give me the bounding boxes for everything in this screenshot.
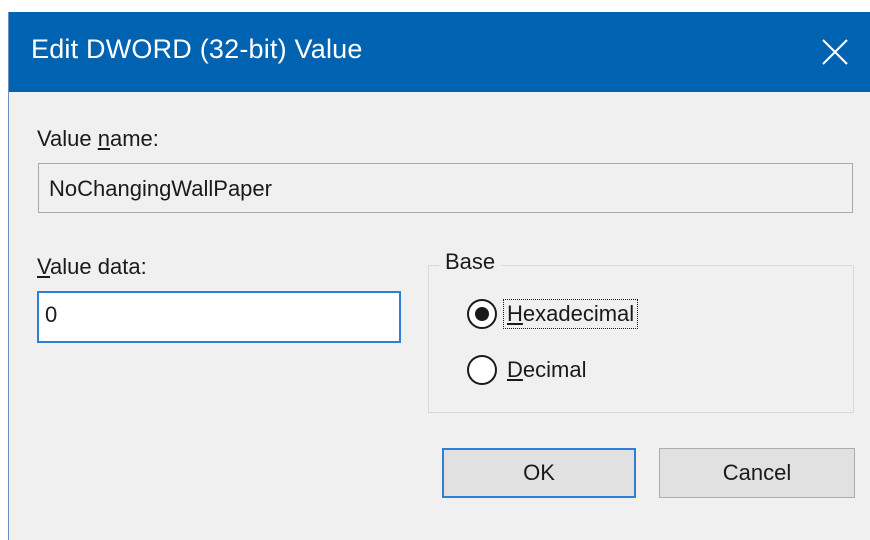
value-name-text: NoChangingWallPaper [49, 176, 272, 201]
value-data-input[interactable] [45, 302, 385, 328]
decimal-label-rest: ecimal [522, 357, 587, 382]
hexadecimal-label[interactable]: Hexadecimal [502, 299, 639, 329]
hexadecimal-label-rest: exadecimal [522, 301, 635, 326]
value-name-label: Value name: [37, 126, 159, 152]
value-name-label-part: Value [37, 126, 98, 151]
hexadecimal-mnemonic: H [507, 301, 523, 326]
background-edge [0, 0, 8, 540]
value-data-field[interactable] [37, 291, 401, 343]
base-groupbox [428, 265, 854, 413]
value-name-field[interactable]: NoChangingWallPaper [38, 163, 853, 213]
edit-dword-dialog: Edit DWORD (32-bit) Value Value name: No… [8, 12, 870, 540]
radio-decimal[interactable]: Decimal [467, 355, 588, 385]
screenshot-frame: Edit DWORD (32-bit) Value Value name: No… [0, 0, 870, 540]
close-button[interactable] [799, 12, 870, 92]
radio-button-unselected[interactable] [467, 355, 497, 385]
radio-button-selected[interactable] [467, 299, 497, 329]
ok-button[interactable]: OK [442, 448, 636, 498]
cancel-button[interactable]: Cancel [659, 448, 855, 498]
base-legend: Base [439, 249, 502, 275]
value-name-label-mnemonic: n [97, 126, 110, 151]
decimal-label[interactable]: Decimal [505, 357, 588, 383]
window-title: Edit DWORD (32-bit) Value [31, 34, 363, 64]
radio-hexadecimal[interactable]: Hexadecimal [467, 299, 639, 329]
value-data-label-part: alue data: [50, 254, 147, 279]
radio-dot [475, 307, 489, 321]
title-bar[interactable]: Edit DWORD (32-bit) Value [9, 12, 870, 92]
decimal-mnemonic: D [507, 357, 523, 382]
value-name-label-part: ame: [110, 126, 159, 151]
value-data-label-mnemonic: V [37, 254, 51, 279]
value-data-label: Value data: [37, 254, 147, 280]
close-icon [822, 39, 848, 65]
